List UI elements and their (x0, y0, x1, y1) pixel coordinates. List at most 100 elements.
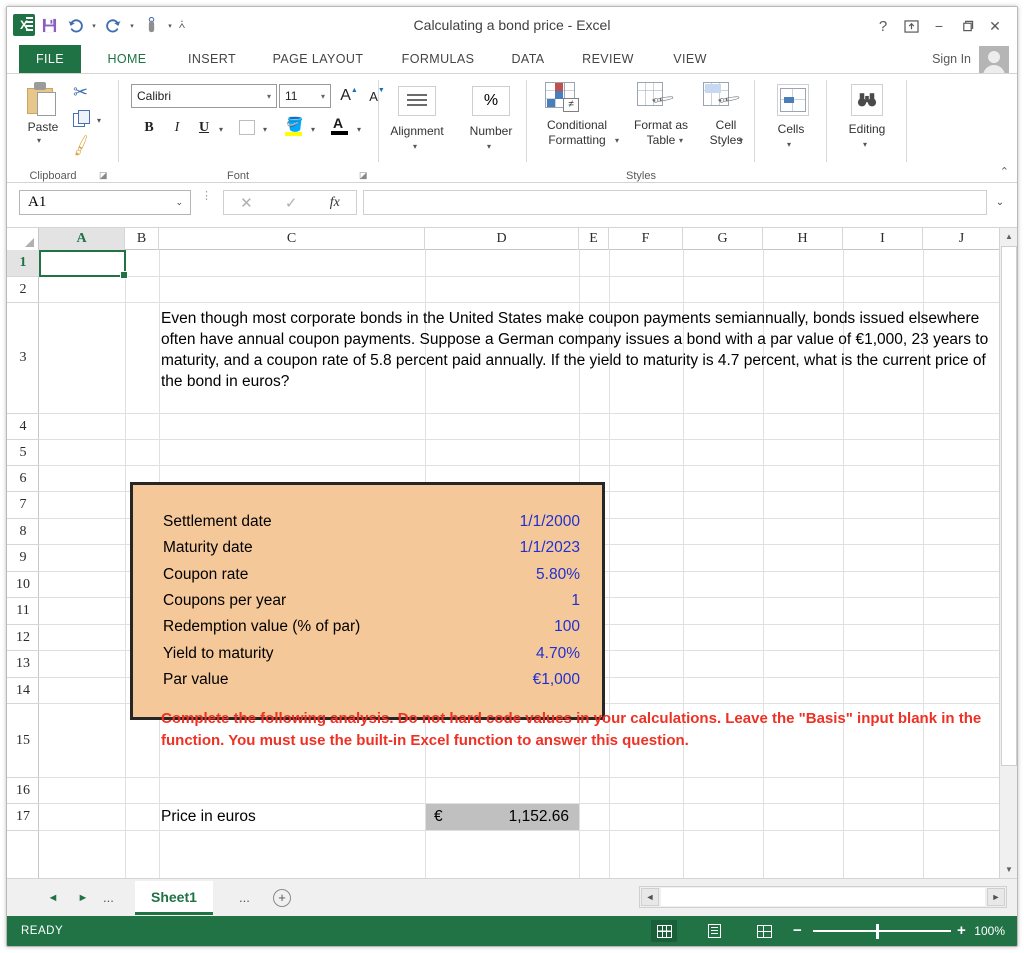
first-sheet-icon[interactable]: ◄ (43, 888, 63, 908)
column-header-i[interactable]: I (843, 228, 923, 250)
input-value[interactable]: 4.70% (536, 641, 580, 667)
paste-icon[interactable] (25, 82, 59, 116)
alignment-dropdown-icon[interactable]: ▾ (413, 142, 417, 151)
sheet-right-ellipsis[interactable]: ... (239, 888, 250, 908)
row-header-2[interactable]: 2 (7, 277, 39, 303)
column-header-d[interactable]: D (425, 228, 579, 250)
font-size-dropdown-icon[interactable]: ▾ (321, 92, 330, 101)
row-header-13[interactable]: 13 (7, 651, 39, 678)
row-header-5[interactable]: 5 (7, 440, 39, 466)
column-header-b[interactable]: B (125, 228, 159, 250)
hscroll-track[interactable] (661, 888, 985, 906)
row-header-14[interactable]: 14 (7, 678, 39, 704)
scroll-up-icon[interactable]: ▲ (1001, 228, 1017, 245)
sheet-left-ellipsis[interactable]: ... (103, 888, 114, 908)
restore-icon[interactable] (953, 15, 981, 37)
font-name-input[interactable]: Calibri ▾ (131, 84, 277, 108)
tab-page-layout[interactable]: PAGE LAYOUT (257, 45, 379, 73)
ribbon-display-options-icon[interactable] (897, 15, 925, 37)
font-color-icon[interactable]: A (331, 115, 348, 136)
column-header-j[interactable]: J (923, 228, 1001, 250)
tab-insert[interactable]: INSERT (175, 45, 249, 73)
format-painter-icon[interactable]: 🖌 (68, 133, 94, 159)
format-as-table-label[interactable]: Format as Table (625, 118, 697, 148)
vertical-scroll-thumb[interactable] (1001, 246, 1017, 766)
add-sheet-icon[interactable]: + (273, 889, 291, 907)
column-header-h[interactable]: H (763, 228, 843, 250)
conditional-formatting-dropdown-icon[interactable]: ▾ (615, 136, 619, 145)
row-header-8[interactable]: 8 (7, 519, 39, 545)
insert-function-icon[interactable]: fx (330, 195, 340, 211)
borders-dropdown-icon[interactable]: ▾ (259, 122, 271, 136)
underline-button[interactable]: U (193, 116, 215, 140)
grow-font-icon[interactable]: A ▲ (337, 84, 361, 108)
sheet-tab-sheet1[interactable]: Sheet1 (135, 881, 213, 915)
row-header-16[interactable]: 16 (7, 778, 39, 804)
conditional-formatting-label[interactable]: Conditional Formatting (527, 118, 627, 148)
number-label[interactable]: Number (455, 124, 527, 138)
fill-color-icon[interactable]: 🪣 (285, 116, 303, 136)
tab-review[interactable]: REVIEW (567, 45, 649, 73)
name-box[interactable]: A1 ⌄ (19, 190, 191, 215)
column-header-a[interactable]: A (39, 228, 125, 250)
editing-dropdown-icon[interactable]: ▾ (863, 140, 867, 149)
row-header-12[interactable]: 12 (7, 625, 39, 651)
row-header-15[interactable]: 15 (7, 704, 39, 778)
number-dropdown-icon[interactable]: ▾ (487, 142, 491, 151)
page-break-view-icon[interactable] (751, 920, 777, 942)
italic-button[interactable]: I (165, 116, 189, 140)
zoom-slider-thumb[interactable] (876, 924, 879, 939)
paste-dropdown-icon[interactable]: ▾ (37, 136, 41, 145)
input-value[interactable]: 1/1/2023 (520, 535, 580, 561)
close-icon[interactable]: ✕ (981, 15, 1009, 37)
format-as-table-dropdown-icon[interactable]: ▾ (679, 136, 683, 145)
horizontal-scrollbar[interactable]: ◄ ► (639, 886, 1007, 908)
row-header-11[interactable]: 11 (7, 598, 39, 625)
avatar[interactable] (979, 46, 1009, 79)
row-header-4[interactable]: 4 (7, 414, 39, 440)
zoom-slider-track[interactable] (813, 930, 951, 932)
normal-view-icon[interactable] (651, 920, 677, 942)
editing-button[interactable] (851, 84, 883, 116)
input-value[interactable]: 100 (554, 614, 580, 640)
tab-view[interactable]: VIEW (659, 45, 721, 73)
tab-data[interactable]: DATA (497, 45, 559, 73)
input-value[interactable]: 1/1/2000 (520, 509, 580, 535)
tab-formulas[interactable]: FORMULAS (389, 45, 487, 73)
copy-dropdown-icon[interactable]: ▾ (97, 116, 101, 125)
font-dialog-launcher-icon[interactable]: ◪ (359, 170, 368, 181)
selected-cell-a1[interactable] (39, 250, 128, 279)
input-value[interactable]: €1,000 (533, 667, 580, 693)
minimize-icon[interactable]: − (925, 15, 953, 37)
hscroll-right-icon[interactable]: ► (987, 888, 1005, 906)
sign-in-link[interactable]: Sign In (932, 45, 971, 73)
cells-dropdown-icon[interactable]: ▾ (787, 140, 791, 149)
vertical-scrollbar[interactable]: ▲ ▼ (999, 228, 1017, 878)
cancel-formula-icon[interactable]: ✕ (240, 194, 253, 212)
next-sheet-icon[interactable]: ► (73, 888, 93, 908)
column-header-f[interactable]: F (609, 228, 683, 250)
cell-styles-dropdown-icon[interactable]: ▾ (739, 136, 743, 145)
alignment-icon[interactable] (398, 86, 436, 116)
row-header-3[interactable]: 3 (7, 303, 39, 414)
enter-formula-icon[interactable]: ✓ (285, 194, 298, 212)
page-layout-view-icon[interactable] (701, 920, 727, 942)
font-size-input[interactable]: 11 ▾ (279, 84, 331, 108)
row-header-17[interactable]: 17 (7, 804, 39, 831)
input-value[interactable]: 1 (571, 588, 580, 614)
font-color-dropdown-icon[interactable]: ▾ (353, 122, 365, 136)
editing-label[interactable]: Editing (827, 122, 907, 136)
paste-button-label[interactable]: Paste (15, 120, 71, 134)
column-header-c[interactable]: C (159, 228, 425, 250)
formula-input[interactable] (363, 190, 987, 215)
cut-icon[interactable]: ✂ (73, 82, 88, 103)
zoom-in-icon[interactable]: + (957, 923, 966, 939)
row-header-1[interactable]: 1 (7, 250, 39, 277)
help-icon[interactable]: ? (869, 15, 897, 37)
expand-formula-bar-icon[interactable]: ⌄ (991, 190, 1009, 215)
row-header-10[interactable]: 10 (7, 572, 39, 598)
price-value-cell[interactable]: € 1,152.66 (426, 804, 579, 830)
cells-button[interactable] (777, 84, 809, 116)
column-header-e[interactable]: E (579, 228, 609, 250)
hscroll-left-icon[interactable]: ◄ (641, 888, 659, 906)
